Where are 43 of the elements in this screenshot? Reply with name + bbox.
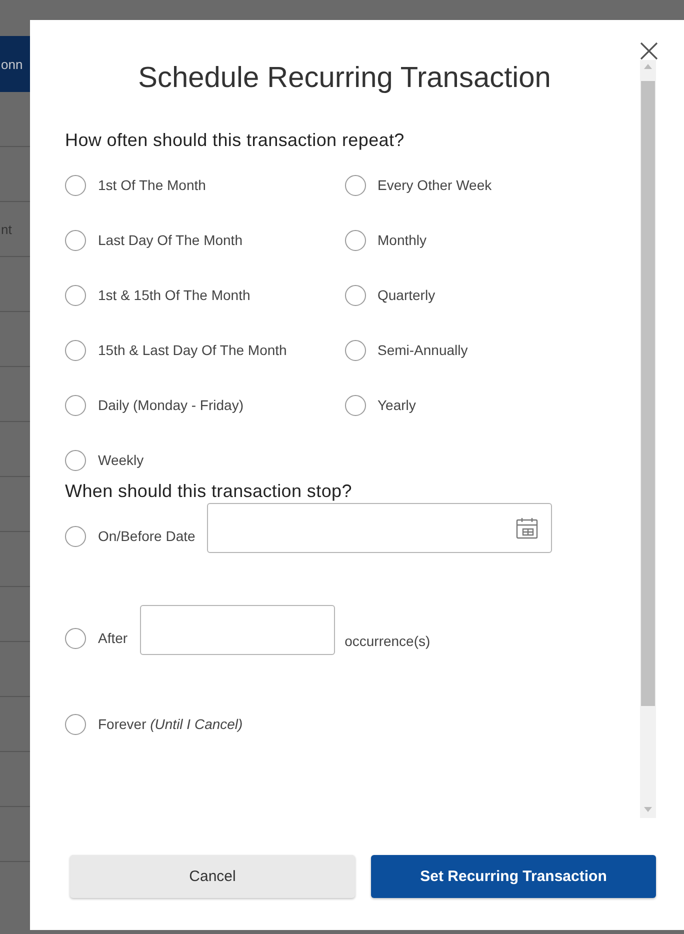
option-label: Last Day Of The Month [98, 231, 242, 250]
submit-button[interactable]: Set Recurring Transaction [371, 855, 656, 898]
radio-button[interactable] [65, 285, 86, 306]
scroll-down-arrow-icon[interactable] [644, 807, 652, 812]
radio-button[interactable] [65, 450, 86, 471]
radio-button[interactable] [344, 340, 366, 361]
scrollbar[interactable] [640, 60, 656, 818]
radio-button[interactable] [344, 285, 366, 306]
radio-button[interactable] [344, 230, 366, 251]
section-heading: How often should this transaction repeat? [65, 130, 406, 151]
option-label: 1st Of The Month [98, 176, 206, 195]
section-heading: When should this transaction stop? [65, 481, 353, 502]
option-label: Semi-Annually [378, 341, 468, 360]
option-label: Forever (Until I Cancel) [98, 715, 243, 734]
radio-button[interactable] [65, 395, 86, 416]
banner-text: onn [1, 56, 23, 72]
cancel-button[interactable]: Cancel [70, 855, 355, 898]
radio-button[interactable] [344, 175, 366, 196]
radio-button[interactable] [65, 526, 86, 547]
dialog-title: Schedule Recurring Transaction [138, 62, 551, 95]
option-label: Yearly [378, 396, 416, 415]
suffix-label: occurrence(s) [344, 632, 430, 651]
calendar-icon[interactable] [515, 516, 540, 540]
radio-button[interactable] [65, 230, 86, 251]
option-label: Monthly [378, 231, 427, 250]
close-icon[interactable] [638, 40, 660, 62]
radio-button[interactable] [65, 628, 86, 649]
option-label: Weekly [98, 451, 144, 470]
option-label: Quarterly [378, 286, 436, 305]
option-label: On/Before Date [98, 527, 196, 546]
radio-button[interactable] [65, 340, 86, 361]
option-label: Daily (Monday - Friday) [98, 396, 244, 415]
radio-button[interactable] [344, 395, 366, 416]
date-field[interactable] [207, 503, 552, 553]
option-label: 15th & Last Day Of The Month [98, 341, 287, 360]
option-label: Every Other Week [378, 176, 492, 195]
option-label: 1st & 15th Of The Month [98, 286, 250, 305]
occurrences-field[interactable] [140, 605, 335, 655]
radio-button[interactable] [65, 175, 86, 196]
table-text: nt [1, 222, 12, 236]
radio-button[interactable] [65, 714, 86, 735]
option-label: After [98, 629, 128, 648]
scroll-up-arrow-icon[interactable] [644, 64, 652, 69]
